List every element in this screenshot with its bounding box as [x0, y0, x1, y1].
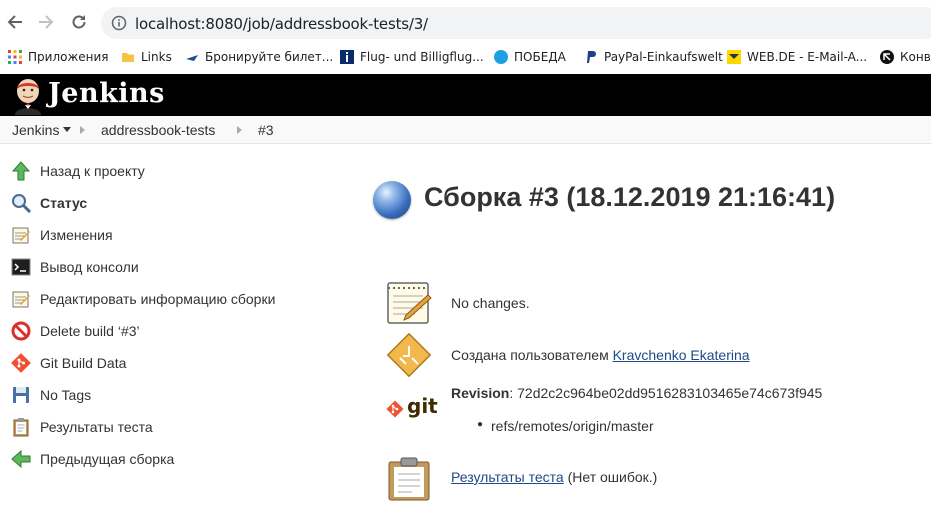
created-by-line: Создана пользователем Kravchenko Ekateri…	[451, 347, 750, 363]
sidebar-item-status[interactable]: Статус	[10, 191, 87, 215]
bookmark-flug[interactable]: Flug- und Billigflug...	[340, 48, 484, 66]
notepad-changes-icon	[387, 282, 432, 324]
bookmark-label: PayPal-Einkaufswelt	[604, 50, 723, 64]
sidebar-item-test-results[interactable]: Результаты теста	[10, 415, 153, 439]
changes-text: No changes.	[451, 295, 530, 311]
browser-toolbar: localhost:8080/job/addressbook-tests/3/	[0, 0, 931, 44]
forward-button[interactable]	[34, 10, 58, 34]
left-arrow-icon	[10, 448, 32, 470]
url-text: localhost:8080/job/addressbook-tests/3/	[135, 15, 428, 33]
sidebar-item-changes[interactable]: Изменения	[10, 223, 113, 247]
webde-icon	[727, 50, 741, 64]
sidebar-item-label: Delete build ‘#3’	[40, 323, 140, 339]
magnifier-icon	[10, 192, 32, 214]
sidebar-item-console-output[interactable]: Вывод консоли	[10, 255, 139, 279]
chevron-right-icon	[80, 126, 85, 134]
test-results-link[interactable]: Результаты теста	[451, 469, 564, 485]
reload-icon	[72, 15, 86, 29]
bookmark-links[interactable]: Links	[121, 48, 172, 66]
save-disk-icon	[10, 384, 32, 406]
git-logo-icon	[386, 400, 404, 418]
breadcrumb: Jenkins addressbook-tests #3	[0, 116, 931, 144]
user-trigger-icon	[386, 332, 432, 378]
bookmark-label: Бронируйте билет...	[205, 50, 334, 64]
sidebar-item-previous-build[interactable]: Предыдущая сборка	[10, 447, 174, 471]
info-icon[interactable]	[111, 15, 127, 31]
pobeda-icon	[494, 50, 508, 64]
sidebar-item-label: Предыдущая сборка	[40, 451, 175, 467]
sidebar-item-label: Статус	[40, 195, 88, 211]
sidebar-item-label: No Tags	[40, 387, 92, 403]
up-arrow-icon	[10, 160, 32, 182]
sidebar-item-edit-build-info[interactable]: Редактировать информацию сборки	[10, 287, 275, 311]
clipboard-test-icon	[388, 457, 430, 501]
breadcrumb-build[interactable]: #3	[258, 122, 274, 138]
terminal-icon	[10, 256, 32, 278]
paypal-icon	[587, 51, 596, 63]
build-status-ball-icon	[373, 181, 411, 219]
test-results-line: Результаты теста (Нет ошибок.)	[451, 469, 657, 485]
jenkins-header: Jenkins	[0, 74, 931, 116]
bookmark-webde[interactable]: WEB.DE - E-Mail-A...	[727, 48, 867, 66]
list-bullet: ●	[477, 419, 484, 430]
clipboard-icon	[10, 416, 32, 438]
flight-info-icon	[340, 50, 354, 64]
created-by-prefix: Создана пользователем	[451, 347, 609, 363]
notepad-icon	[10, 224, 32, 246]
bookmark-label: Flug- und Billigflug...	[360, 50, 484, 64]
caret-down-icon[interactable]	[63, 127, 71, 133]
jenkins-title[interactable]: Jenkins	[48, 78, 165, 109]
no-entry-icon	[10, 320, 32, 342]
bookmark-paypal[interactable]: PayPal-Einkaufswelt	[584, 48, 723, 66]
sidebar-item-back-to-project[interactable]: Назад к проекту	[10, 159, 145, 183]
revision-line: Revision: 72d2c2c964be02dd9516283103465e…	[451, 385, 822, 401]
page-title: Сборка #3 (18.12.2019 21:16:41)	[424, 182, 836, 212]
sidebar-item-no-tags[interactable]: No Tags	[10, 383, 91, 407]
user-link[interactable]: Kravchenko Ekaterina	[613, 347, 750, 363]
sidebar-item-label: Результаты теста	[40, 419, 153, 435]
git-logo: git	[386, 394, 438, 422]
git-diamond-icon	[10, 352, 32, 374]
bookmark-airline[interactable]: Бронируйте билет...	[185, 48, 333, 66]
converter-icon	[880, 50, 894, 64]
sidebar-item-git-build-data[interactable]: Git Build Data	[10, 351, 126, 375]
git-logo-text: git	[407, 394, 438, 418]
airline-icon	[186, 55, 198, 61]
apps-grid-icon	[8, 50, 22, 64]
jenkins-butler-icon[interactable]	[11, 77, 45, 115]
breadcrumb-jenkins[interactable]: Jenkins	[12, 122, 59, 138]
breadcrumb-job[interactable]: addressbook-tests	[101, 122, 215, 138]
forward-arrow-icon	[39, 15, 54, 29]
ref-item: refs/remotes/origin/master	[491, 418, 654, 434]
folder-icon	[122, 53, 134, 62]
bookmark-label: ПОБЕДА	[514, 50, 566, 64]
bookmark-pobeda[interactable]: ПОБЕДА	[494, 48, 566, 66]
revision-label: Revision	[451, 385, 510, 401]
bookmark-label: Конв	[900, 50, 931, 64]
reload-button[interactable]	[67, 10, 91, 34]
revision-hash: : 72d2c2c964be02dd9516283103465e74c673f9…	[509, 385, 823, 401]
test-results-summary: (Нет ошибок.)	[563, 469, 658, 485]
address-bar[interactable]: localhost:8080/job/addressbook-tests/3/	[101, 7, 931, 39]
sidebar-item-label: Изменения	[40, 227, 113, 243]
bookmark-apps[interactable]: Приложения	[8, 48, 109, 66]
sidebar-item-label: Git Build Data	[40, 355, 127, 371]
back-button[interactable]	[3, 10, 27, 34]
bookmark-label: Links	[141, 50, 172, 64]
back-arrow-icon	[7, 15, 22, 29]
sidebar-item-label: Редактировать информацию сборки	[40, 291, 276, 307]
bookmark-label: Приложения	[28, 50, 109, 64]
bookmark-converter[interactable]: Конв	[880, 48, 931, 66]
bookmarks-bar: Приложения Links Бронируйте билет... Flu…	[0, 44, 931, 70]
chevron-right-icon	[237, 126, 242, 134]
notepad-edit-icon	[10, 288, 32, 310]
sidebar-item-delete-build[interactable]: Delete build ‘#3’	[10, 319, 140, 343]
bookmark-label: WEB.DE - E-Mail-A...	[747, 50, 868, 64]
sidebar-item-label: Вывод консоли	[40, 259, 139, 275]
sidebar-item-label: Назад к проекту	[40, 163, 145, 179]
